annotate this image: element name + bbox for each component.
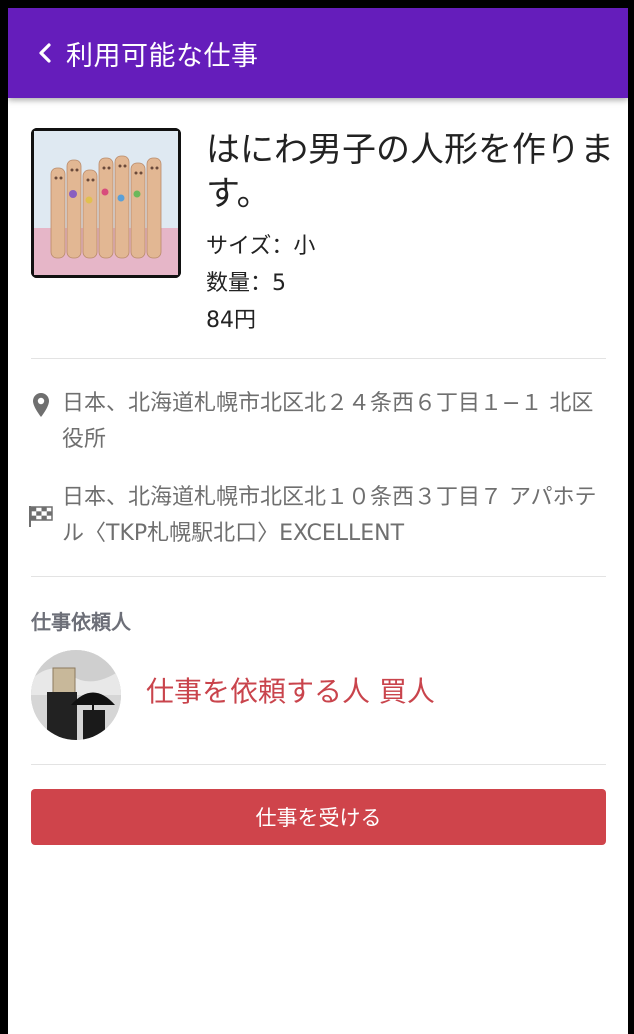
accept-job-button[interactable]: 仕事を受ける xyxy=(31,789,606,845)
app-screen: 利用可能な仕事 はにわ男子の人形を作ります。 サイズ：小 数量：5 84円 日本… xyxy=(8,8,628,1034)
job-price: 84円 xyxy=(206,308,256,333)
page-title: 利用可能な仕事 xyxy=(66,40,259,72)
chevron-left-icon[interactable] xyxy=(38,43,56,63)
divider xyxy=(31,576,606,577)
pickup-location: 日本、北海道札幌市北区北２４条西６丁目１−１ 北区役所 xyxy=(28,386,603,458)
requester-name[interactable]: 仕事を依頼する人 買人 xyxy=(146,670,435,710)
avatar[interactable] xyxy=(31,650,121,740)
job-quantity: 数量：5 xyxy=(206,271,286,296)
destination-location: 日本、北海道札幌市北区北１０条西３丁目７ アパホテル〈TKP札幌駅北口〉EXCE… xyxy=(28,480,603,552)
map-pin-icon xyxy=(28,386,54,418)
job-size: サイズ：小 xyxy=(206,234,316,259)
product-image xyxy=(31,128,181,278)
job-title: はにわ男子の人形を作ります。 xyxy=(206,130,614,214)
pickup-address: 日本、北海道札幌市北区北２４条西６丁目１−１ 北区役所 xyxy=(62,391,594,452)
app-bar[interactable]: 利用可能な仕事 xyxy=(8,8,628,98)
destination-address: 日本、北海道札幌市北区北１０条西３丁目７ アパホテル〈TKP札幌駅北口〉EXCE… xyxy=(62,485,597,546)
divider xyxy=(31,764,606,765)
checkered-flag-icon xyxy=(28,480,54,528)
divider xyxy=(31,358,606,359)
requester-section-label: 仕事依頼人 xyxy=(31,610,131,634)
